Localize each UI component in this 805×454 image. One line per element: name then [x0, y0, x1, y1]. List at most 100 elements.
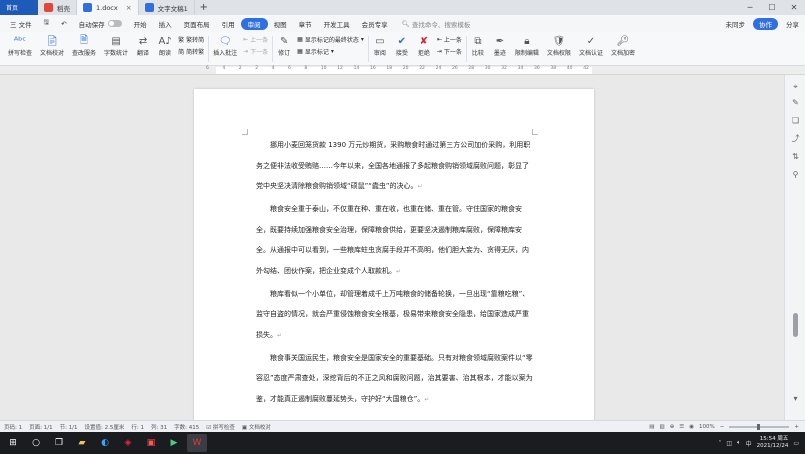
- network-icon[interactable]: ◫: [726, 440, 732, 447]
- windows-start-icon[interactable]: ⊞: [3, 434, 23, 452]
- command-search[interactable]: 🔍︎ 查找命令、搜索模板: [402, 19, 471, 29]
- collab-button[interactable]: 协作: [753, 17, 778, 30]
- chevron-down-icon: ▾: [330, 48, 334, 55]
- doc-encrypt-button[interactable]: 🔑︎ 文档加密: [607, 32, 639, 57]
- spell-check-button[interactable]: ᴬᵇᶜ 拼写检查: [4, 32, 36, 57]
- view-outline-icon[interactable]: ☰: [679, 424, 684, 430]
- task-view-icon[interactable]: ❐: [49, 434, 69, 452]
- accept-button[interactable]: ✔︎ 接受: [391, 32, 413, 57]
- track-changes-button[interactable]: ✎ 修订: [273, 32, 295, 57]
- format-brush-icon[interactable]: ✎: [790, 97, 801, 108]
- status-row: 行: 1: [131, 424, 144, 431]
- zoom-level[interactable]: 100%: [699, 424, 715, 430]
- paragraph[interactable]: 粮食事关国运民生，粮食安全是国家安全的重要基础。只有对粮食领域腐败案件以“零容忍…: [256, 348, 534, 411]
- word-count-button[interactable]: ▤ 字数统计: [100, 32, 132, 57]
- menu-developer[interactable]: 开发工具: [318, 19, 356, 29]
- menu-insert[interactable]: 插入: [153, 19, 178, 29]
- new-tab-button[interactable]: +: [195, 0, 213, 15]
- prev-change-button[interactable]: ⇤ 上一条: [437, 35, 462, 44]
- tab-document-1[interactable]: 1.docx ×: [77, 0, 139, 15]
- undo-icon[interactable]: ↶: [55, 20, 72, 28]
- document-page[interactable]: 挪用小麦回笼货款 1390 万元炒期货，采购粮食时通过第三方公司加价采购，利用职…: [194, 89, 594, 420]
- file-explorer-icon[interactable]: ▰: [72, 434, 92, 452]
- minimize-icon[interactable]: ─: [739, 0, 761, 15]
- notification-icon[interactable]: ▭: [793, 440, 799, 447]
- scroll-down-icon[interactable]: ▾: [790, 393, 801, 404]
- zoom-out-icon[interactable]: −: [720, 424, 725, 430]
- status-doc-proof[interactable]: ▣ 文档校对: [242, 423, 271, 431]
- horizontal-ruler[interactable]: 6 4 2 2 4 6 8 10 12 14 16 18 20 22 24 26 28 30 32 34 36 38 40 4…: [0, 66, 805, 75]
- prev-comment-button[interactable]: ⇤ 上一条: [243, 35, 268, 44]
- show-markup-button[interactable]: ▦ 显示标记 ▾: [297, 47, 364, 56]
- share-button[interactable]: 分享: [786, 19, 799, 29]
- file-menu[interactable]: 三 文件: [4, 19, 38, 29]
- lock-icon: 🔒︎: [524, 36, 530, 47]
- zoom-in-icon[interactable]: +: [794, 424, 799, 430]
- paragraph[interactable]: 粮食安全重于泰山，不仅重在种、重在收，也重在储、重在管。守住国家的粮食安全，既要…: [256, 199, 534, 282]
- status-pages[interactable]: 页面: 1/1: [29, 423, 52, 431]
- wps-taskbar-icon[interactable]: W: [187, 434, 207, 452]
- share-icon[interactable]: ⤴: [790, 133, 801, 144]
- traditional-to-simplified[interactable]: 简简转繁: [178, 47, 204, 56]
- status-spell-check[interactable]: ☑ 拼写检查: [206, 423, 235, 431]
- menu-view[interactable]: 视图: [268, 19, 293, 29]
- next-comment-button[interactable]: ⇥ 下一条: [243, 47, 268, 56]
- paragraph[interactable]: 粮库看似一个小单位，却管理着成千上万吨粮食的储备轮换，一旦出现“靠粮吃粮”、监守…: [256, 284, 534, 347]
- compare-button[interactable]: ⧉ 比较: [467, 32, 489, 57]
- maximize-icon[interactable]: ☐: [761, 0, 783, 15]
- tray-expand-icon[interactable]: ˄: [718, 440, 721, 447]
- ink-button[interactable]: ✒ 墨迹: [489, 32, 511, 57]
- vertical-scrollbar-thumb[interactable]: [793, 313, 798, 337]
- review-pane-button[interactable]: ▭ 审阅: [369, 32, 391, 57]
- doc-certify-button[interactable]: ✓ 文档认证: [575, 32, 607, 57]
- close-window-icon[interactable]: ✕: [783, 0, 805, 15]
- menu-member[interactable]: 会员专享: [356, 19, 394, 29]
- eye-protect-icon[interactable]: ◉: [689, 424, 694, 430]
- restrict-edit-button[interactable]: 🔒︎ 限制编辑: [511, 32, 543, 57]
- volume-icon[interactable]: 🔈︎: [737, 439, 741, 447]
- cursor-select-icon[interactable]: ⌖: [790, 81, 801, 92]
- doc-permission-button[interactable]: 🛡 文档权限: [543, 32, 575, 57]
- ime-icon[interactable]: 中: [746, 439, 752, 448]
- status-word-count[interactable]: 字数: 415: [174, 423, 199, 431]
- word-doc-icon: [144, 3, 154, 12]
- tab-docer[interactable]: 稻壳: [38, 0, 77, 15]
- browser-icon[interactable]: ◐: [95, 434, 115, 452]
- insert-comment-button[interactable]: 🗨 插入批注: [209, 32, 241, 57]
- doc-proof-button[interactable]: 📄︎ 文档校对: [36, 32, 68, 57]
- document-canvas[interactable]: 挪用小麦回笼货款 1390 万元炒期货，采购粮食时通过第三方公司加价采购，利用职…: [0, 75, 784, 420]
- unsynced-status[interactable]: 未同步: [726, 19, 746, 29]
- menu-page-layout[interactable]: 页面布局: [178, 19, 216, 29]
- media-icon[interactable]: ▶: [164, 434, 184, 452]
- location-icon[interactable]: ⚲: [790, 169, 801, 180]
- zoom-slider[interactable]: [729, 423, 790, 430]
- next-change-button[interactable]: ⇥ 下一条: [437, 47, 462, 56]
- system-clock[interactable]: 15:54 周五 2021/12/24: [757, 436, 789, 450]
- simplified-to-traditional[interactable]: 繁繁转简: [178, 35, 204, 44]
- close-tab-icon[interactable]: ×: [126, 4, 132, 12]
- menu-home[interactable]: 开始: [128, 19, 153, 29]
- paragraph[interactable]: 挪用小麦回笼货款 1390 万元炒期货，采购粮食时通过第三方公司加价采购，利用职…: [256, 135, 534, 198]
- autosave-toggle[interactable]: 自动保存: [73, 19, 128, 29]
- reject-button[interactable]: ✘ 拒绝: [413, 32, 435, 57]
- translate-button[interactable]: ⇄ 翻译: [132, 32, 154, 57]
- swap-icon[interactable]: ⇅: [790, 151, 801, 162]
- menu-references[interactable]: 引用: [216, 19, 241, 29]
- pdf-app-icon[interactable]: ▣: [141, 434, 161, 452]
- home-tab[interactable]: 首页: [0, 0, 38, 15]
- view-web-icon[interactable]: ⊕: [670, 424, 675, 430]
- tab-document-2[interactable]: 文字文稿1: [139, 0, 195, 15]
- view-page-icon[interactable]: ▥: [659, 424, 664, 430]
- markup-state-select[interactable]: ▦ 显示标记的最终状态 ▾: [297, 35, 364, 44]
- status-page-number[interactable]: 页码: 1: [4, 423, 22, 431]
- document-body[interactable]: 挪用小麦回笼货款 1390 万元炒期货，采购粮食时通过第三方公司加价采购，利用职…: [256, 135, 534, 412]
- save-icon[interactable]: 🖫: [38, 18, 56, 29]
- app-icon[interactable]: ◈: [118, 434, 138, 452]
- menu-section[interactable]: 章节: [293, 19, 318, 29]
- review-service-button[interactable]: 🗎 查改服务: [68, 32, 100, 57]
- read-aloud-button[interactable]: A♪ 朗读: [154, 32, 176, 57]
- search-icon[interactable]: ○: [26, 434, 46, 452]
- menu-review[interactable]: 审阅: [240, 17, 268, 30]
- layers-icon[interactable]: ❏: [790, 115, 801, 126]
- view-read-icon[interactable]: ▤: [649, 424, 654, 430]
